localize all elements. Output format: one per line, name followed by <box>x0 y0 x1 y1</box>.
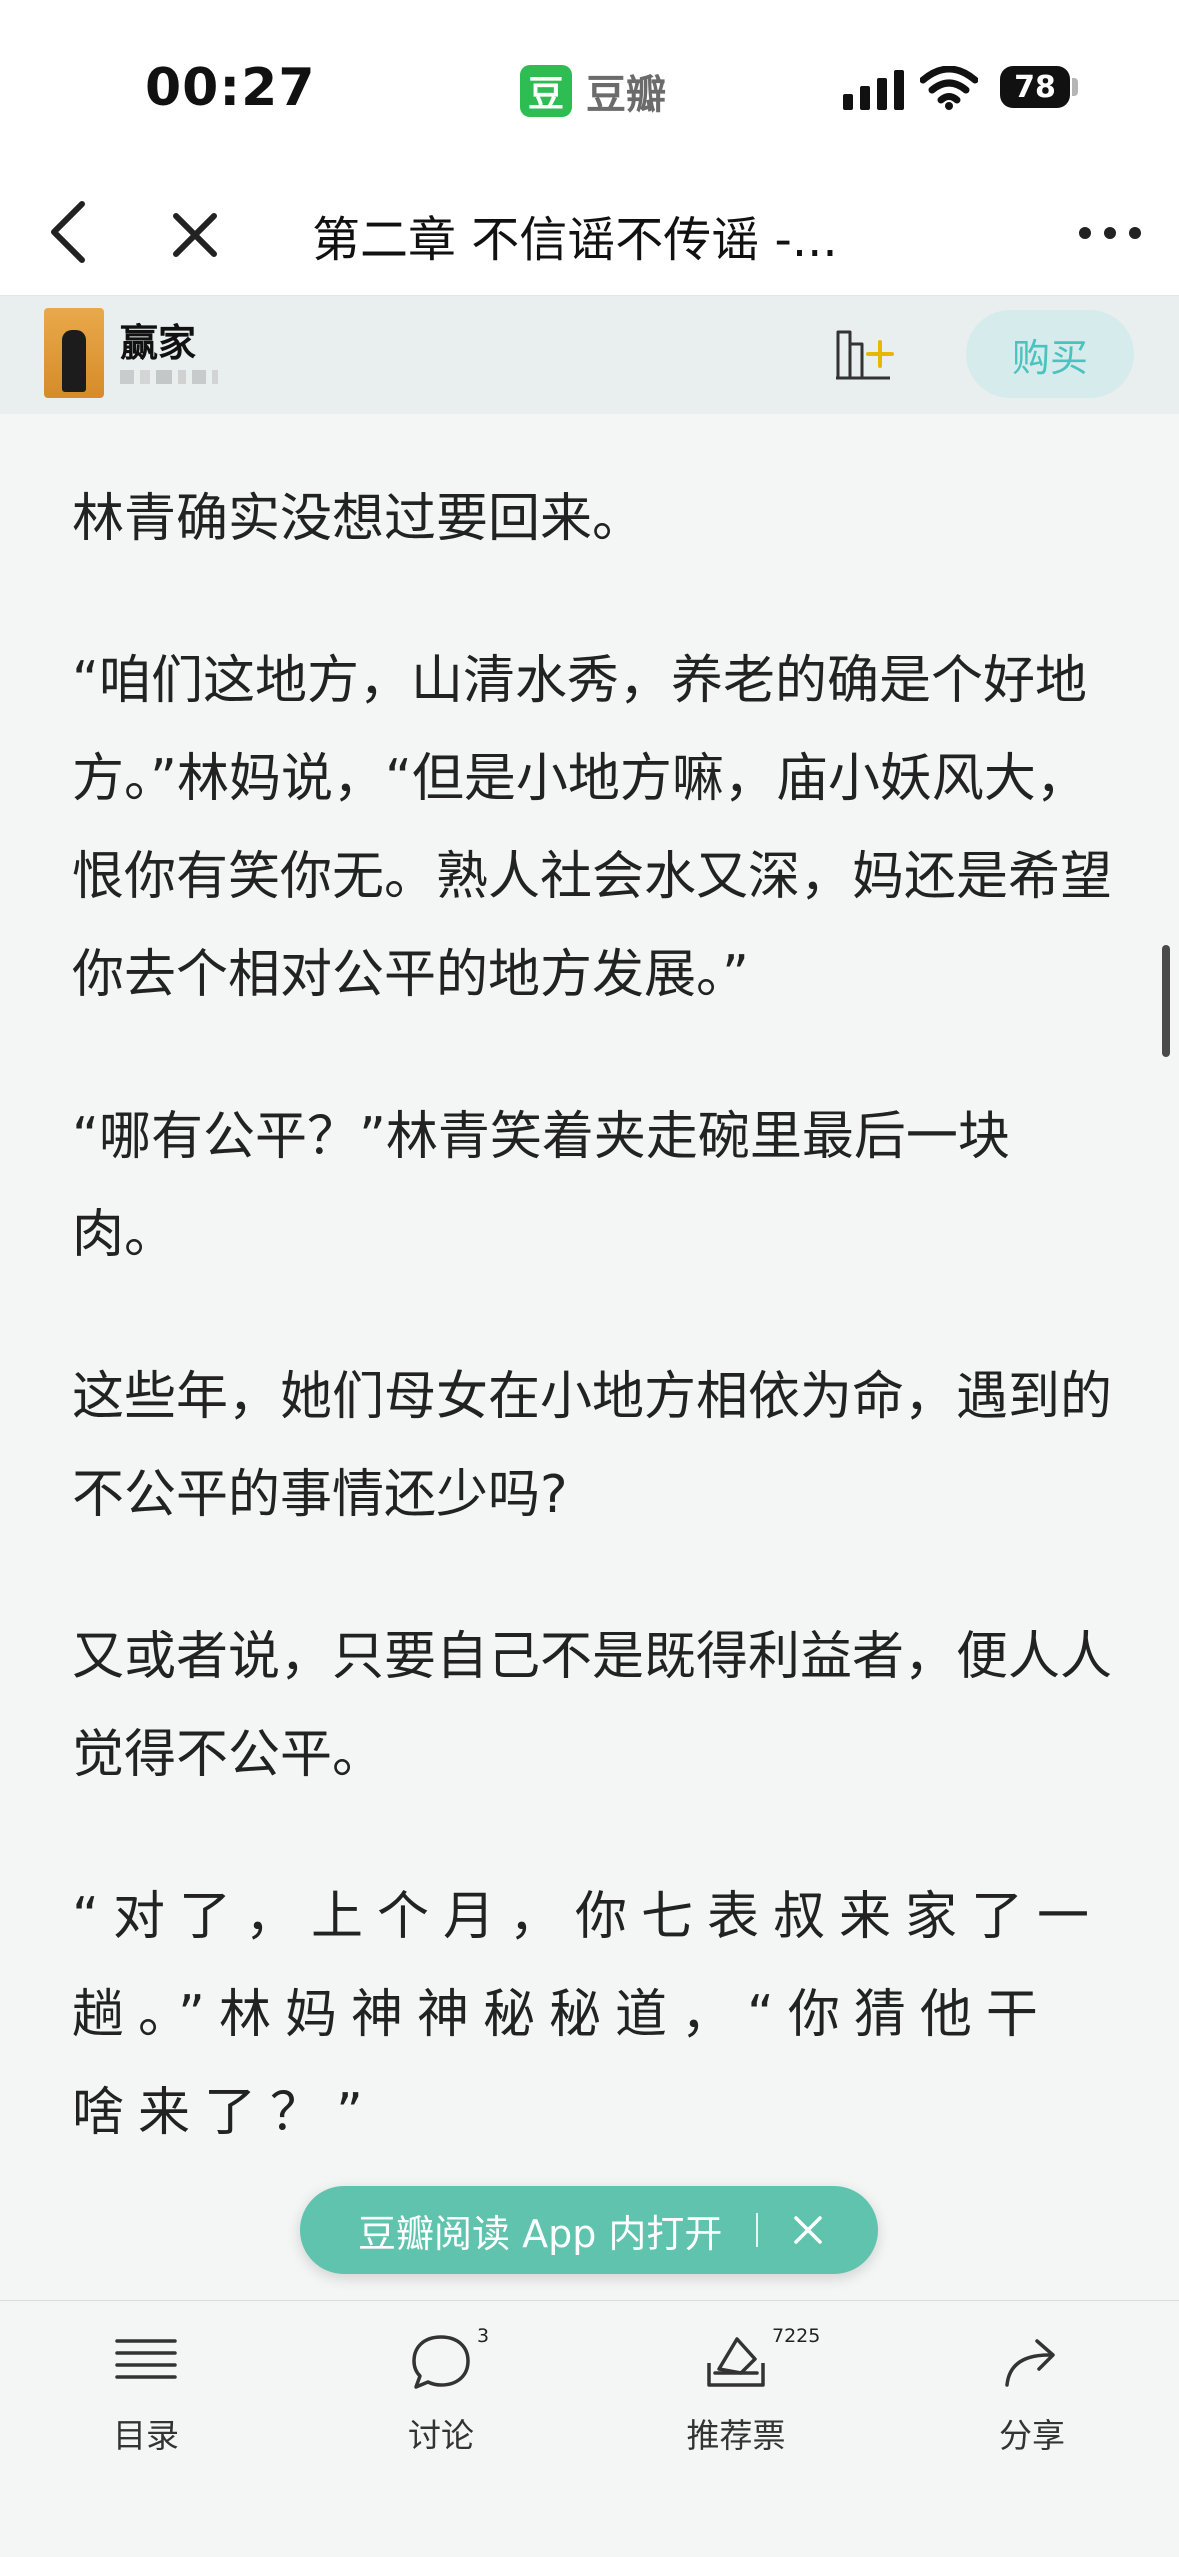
add-to-shelf-icon[interactable] <box>828 322 898 386</box>
divider <box>756 2213 759 2247</box>
status-time: 00:27 <box>145 58 316 118</box>
ticket-count-badge: 7225 <box>772 2325 821 2347</box>
paragraph: “哪有公平？”林青笑着夹走碗里最后一块肉。 <box>72 1107 1010 1265</box>
book-info-bar: 赢家 购买 <box>0 296 1179 414</box>
buy-button[interactable]: 购买 <box>966 310 1134 398</box>
app-indicator: 豆 豆瓣 <box>520 62 666 120</box>
close-icon[interactable] <box>790 2212 826 2248</box>
book-subtitle-blurred <box>120 370 218 384</box>
paragraph: 又或者说，只要自己不是既得利益者，便人人觉得不公平。 <box>72 1627 1112 1785</box>
open-in-app-label[interactable]: 豆瓣阅读 App 内打开 <box>358 2203 722 2258</box>
tab-label: 推荐票 <box>686 2416 786 2455</box>
open-in-app-banner[interactable]: 豆瓣阅读 App 内打开 <box>300 2186 878 2274</box>
wifi-icon <box>920 66 978 110</box>
status-bar: 00:27 豆 豆瓣 78 <box>0 0 1179 170</box>
tab-recommend-ticket[interactable]: 7225 推荐票 <box>636 2325 836 2469</box>
paragraph: “对了，上个月，你七表叔来家了一趟。”林妈神神秘秘道，“你猜他干啥来了？” <box>72 1887 1103 2143</box>
discussion-count-badge: 3 <box>477 2325 490 2347</box>
tab-discussion[interactable]: 3 讨论 <box>341 2325 541 2469</box>
app-name: 豆瓣 <box>586 72 666 118</box>
tab-share[interactable]: 分享 <box>932 2329 1132 2469</box>
battery-icon: 78 <box>1000 66 1070 108</box>
nav-bar: 第二章 不信谣不传谣 -... <box>0 170 1179 296</box>
back-arrow-icon[interactable] <box>40 192 100 272</box>
tab-label: 分享 <box>999 2416 1065 2455</box>
scrollbar[interactable] <box>1162 945 1170 1057</box>
paragraph: 这些年，她们母女在小地方相依为命，遇到的不公平的事情还少吗? <box>72 1367 1112 1525</box>
paragraph: “咱们这地方，山清水秀，养老的确是个好地方。”林妈说，“但是小地方嘛，庙小妖风大… <box>72 651 1112 1005</box>
battery-cap <box>1072 78 1078 96</box>
more-options-icon[interactable] <box>1075 208 1145 258</box>
close-icon[interactable] <box>160 200 230 270</box>
share-arrow-icon <box>1005 2339 1055 2387</box>
douban-logo-icon: 豆 <box>520 65 572 117</box>
cover-figure <box>62 330 86 392</box>
tab-catalog[interactable]: 目录 <box>46 2329 246 2469</box>
paragraph: 林青确实没想过要回来。 <box>72 489 645 549</box>
cellular-signal-icon <box>843 70 904 110</box>
chat-bubble-icon <box>412 2335 470 2389</box>
chapter-content: 林青确实没想过要回来。 “咱们这地方，山清水秀，养老的确是个好地方。”林妈说，“… <box>72 470 1112 2270</box>
list-icon <box>115 2339 177 2379</box>
book-title[interactable]: 赢家 <box>120 312 196 367</box>
tab-label: 目录 <box>113 2416 179 2455</box>
book-cover[interactable] <box>44 308 104 398</box>
tab-label: 讨论 <box>408 2416 474 2455</box>
ticket-icon <box>707 2337 765 2387</box>
page-title: 第二章 不信谣不传谣 -... <box>312 212 838 268</box>
bottom-toolbar: 目录 3 讨论 7225 推荐票 分享 <box>0 2300 1179 2557</box>
